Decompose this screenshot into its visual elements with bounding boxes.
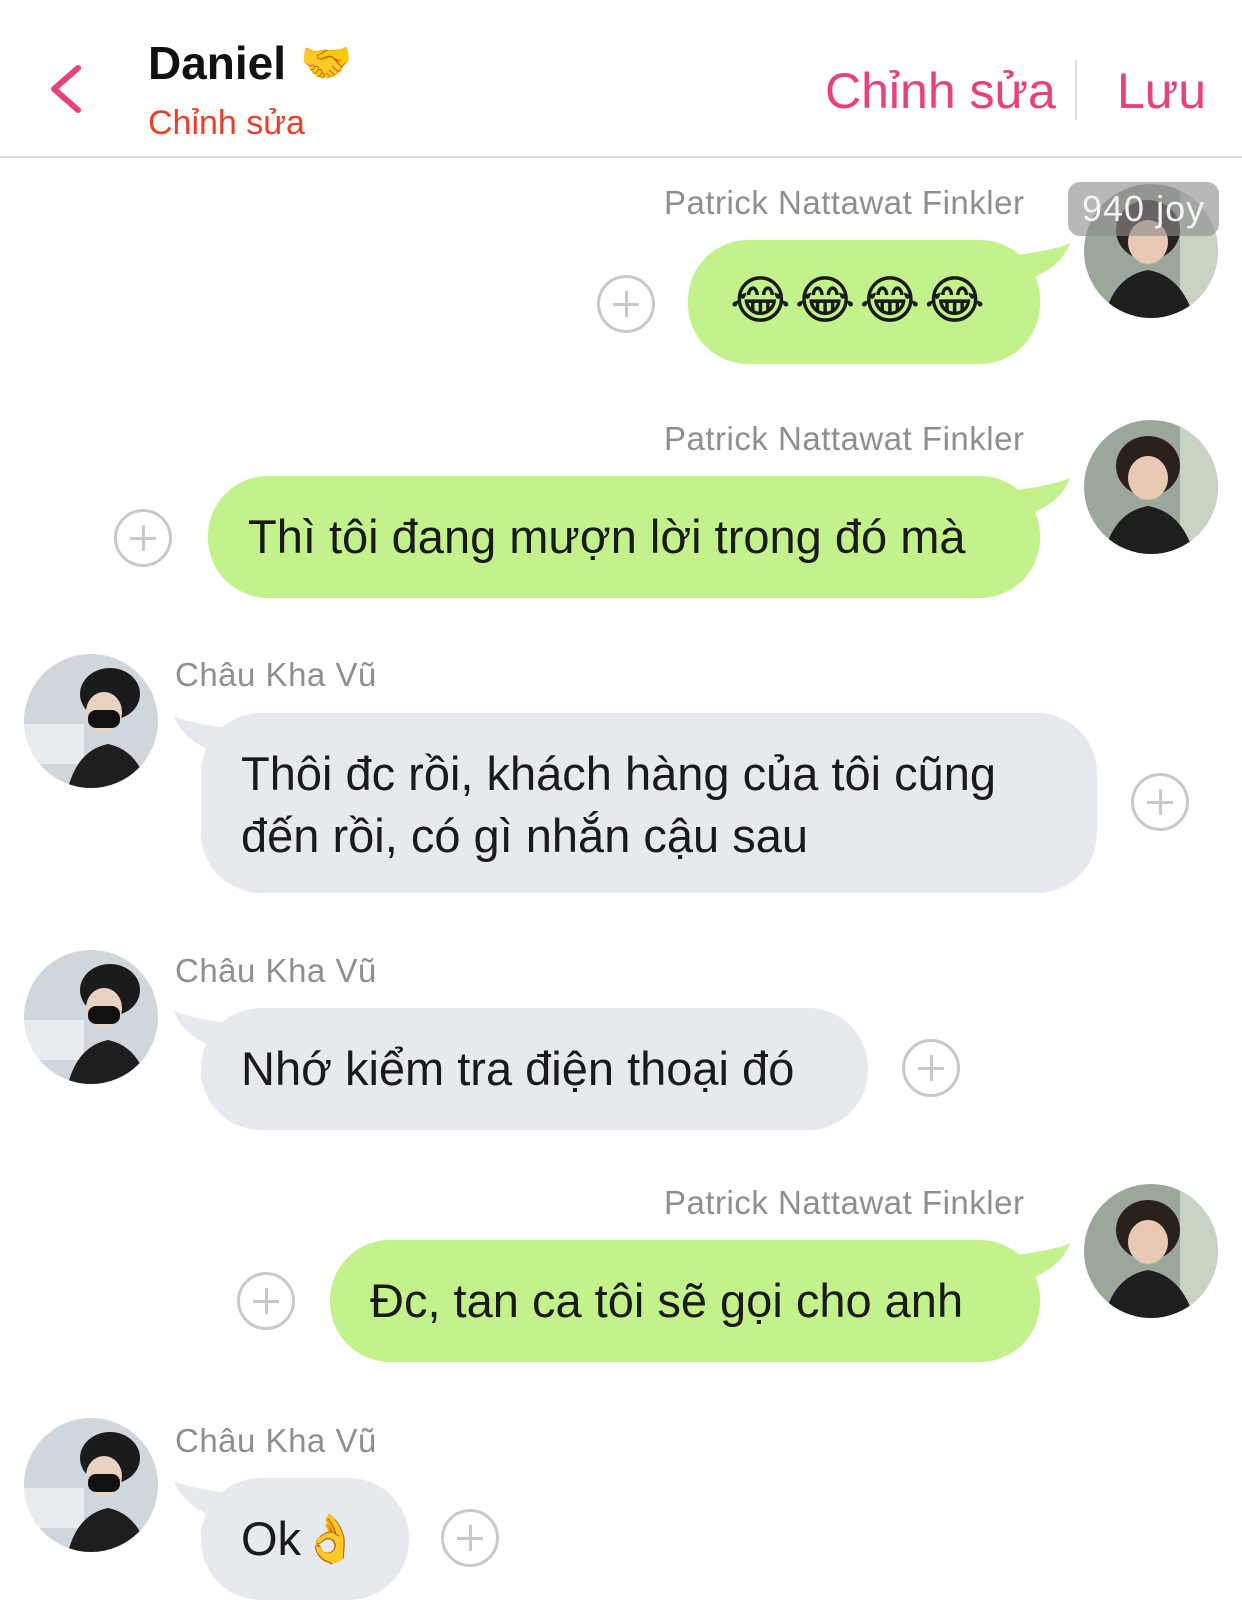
avatar-chau-kha-vu[interactable] <box>24 654 158 788</box>
add-reaction-icon[interactable] <box>237 1272 295 1330</box>
avatar-patrick[interactable] <box>1084 420 1218 554</box>
avatar-patrick[interactable] <box>1084 1184 1218 1318</box>
message-line: đến rồi, có gì nhắn cậu sau <box>241 809 809 862</box>
points-badge: 940 joy <box>1068 182 1220 236</box>
add-reaction-icon[interactable] <box>114 509 172 567</box>
message-bubble[interactable]: Nhớ kiểm tra điện thoại đó <box>201 1008 868 1130</box>
chat-header: Daniel 🤝 Chỉnh sửa Chỉnh sửa Lưu <box>0 0 1242 158</box>
back-chevron-icon[interactable] <box>44 62 88 116</box>
ok-hand-icon: 👌 <box>301 1512 360 1565</box>
add-reaction-icon[interactable] <box>597 275 655 333</box>
sender-name: Châu Kha Vũ <box>175 656 377 693</box>
sender-name: Patrick Nattawat Finkler <box>664 420 1025 457</box>
header-divider <box>1075 60 1077 120</box>
message-bubble[interactable]: Thôi đc rồi, khách hàng của tôi cũng đến… <box>201 713 1097 893</box>
avatar-chau-kha-vu[interactable] <box>24 1418 158 1552</box>
message-line: Thôi đc rồi, khách hàng của tôi cũng <box>241 747 997 800</box>
add-reaction-icon[interactable] <box>441 1509 499 1567</box>
message-bubble[interactable]: Đc, tan ca tôi sẽ gọi cho anh <box>330 1240 1040 1362</box>
sender-name: Patrick Nattawat Finkler <box>664 184 1025 221</box>
avatar-chau-kha-vu[interactable] <box>24 950 158 1084</box>
sender-name: Châu Kha Vũ <box>175 952 377 989</box>
sender-name: Châu Kha Vũ <box>175 1422 377 1459</box>
sender-name: Patrick Nattawat Finkler <box>664 1184 1025 1221</box>
message-bubble[interactable]: 😂😂😂😂 <box>688 240 1040 364</box>
add-reaction-icon[interactable] <box>902 1039 960 1097</box>
message-bubble[interactable]: Ok👌 <box>201 1478 409 1600</box>
message-bubble[interactable]: Thì tôi đang mượn lời trong đó mà <box>208 476 1040 598</box>
chat-title-text: Daniel <box>148 37 287 89</box>
save-button[interactable]: Lưu <box>1117 62 1206 120</box>
edit-button[interactable]: Chỉnh sửa <box>825 62 1056 120</box>
chat-subtitle[interactable]: Chỉnh sửa <box>148 104 305 143</box>
handshake-icon: 🤝 <box>300 38 353 86</box>
add-reaction-icon[interactable] <box>1131 773 1189 831</box>
chat-title: Daniel 🤝 <box>148 36 352 90</box>
message-text: Ok <box>241 1512 302 1565</box>
